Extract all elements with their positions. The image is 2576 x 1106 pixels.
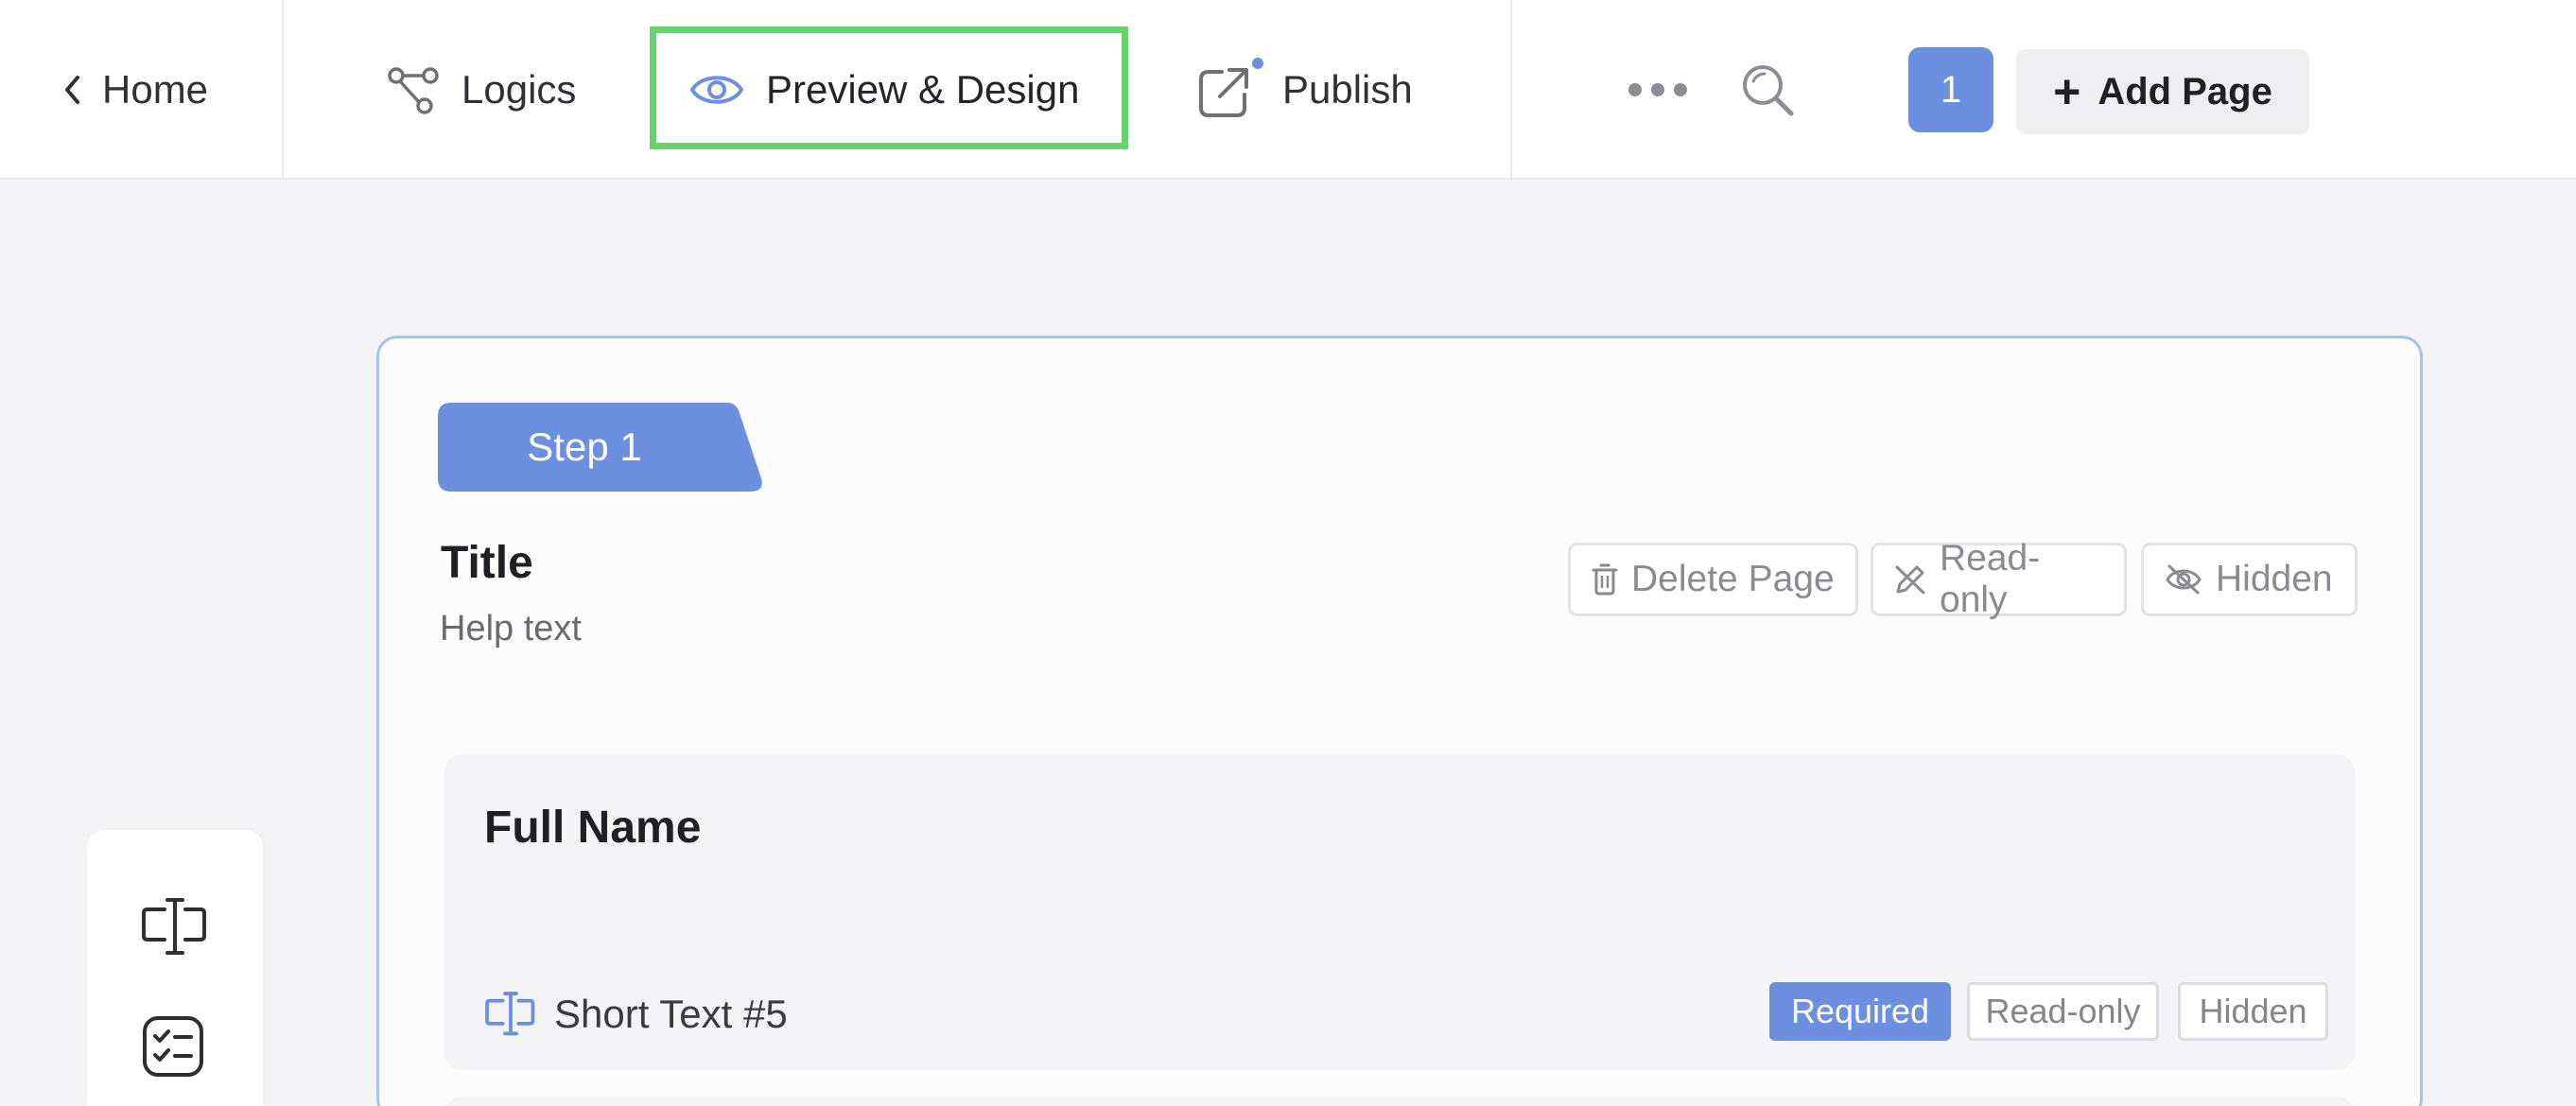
- eye-icon: [689, 76, 744, 104]
- field-palette: [87, 830, 263, 1106]
- page-number-badge[interactable]: 1: [1908, 47, 1993, 132]
- notification-dot: [1252, 58, 1263, 69]
- more-options-button[interactable]: [1628, 78, 1687, 102]
- tab-publish[interactable]: Publish: [1193, 58, 1413, 121]
- dot: [1651, 83, 1664, 96]
- next-field-card[interactable]: [444, 1097, 2355, 1106]
- field-readonly-label: Read-only: [1985, 992, 2141, 1030]
- page-number: 1: [1940, 68, 1962, 111]
- add-page-label: Add Page: [2097, 70, 2272, 112]
- eye-off-icon: [2166, 564, 2202, 595]
- page-readonly-label: Read-only: [1940, 538, 2041, 620]
- step-label: Step 1: [527, 424, 642, 469]
- divider: [1510, 0, 1512, 180]
- field-title[interactable]: Full Name: [484, 802, 701, 854]
- required-label: Required: [1790, 992, 1930, 1030]
- page-hidden-label: Hidden: [2216, 559, 2333, 599]
- top-bar: Home Logics Preview & Design Publish 1 +…: [0, 0, 2576, 180]
- page-readonly-toggle[interactable]: Read-only: [1871, 538, 2127, 620]
- external-link-icon: [1199, 58, 1263, 117]
- step-tab[interactable]: Step 1: [438, 403, 763, 492]
- required-toggle[interactable]: Required: [1769, 982, 1951, 1041]
- chevron-left-icon: [65, 76, 79, 104]
- delete-page-label: Delete Page: [1631, 559, 1835, 599]
- home-link[interactable]: Home: [62, 59, 208, 121]
- dot: [1674, 83, 1687, 96]
- page-hidden-toggle[interactable]: Hidden: [2141, 543, 2358, 616]
- field-readonly-toggle[interactable]: Read-only: [1967, 982, 2159, 1041]
- pencil-off-icon: [1895, 565, 1925, 595]
- plus-icon: +: [2053, 65, 2081, 118]
- page-help-text[interactable]: Help text: [440, 609, 582, 649]
- dot: [1628, 83, 1642, 96]
- add-page-button[interactable]: + Add Page: [2016, 49, 2309, 134]
- field-type-text: Short Text #5: [554, 992, 788, 1036]
- checklist-icon[interactable]: [140, 1013, 206, 1080]
- field-hidden-label: Hidden: [2199, 992, 2307, 1030]
- tab-logics-label: Logics: [461, 67, 577, 112]
- share-nodes-icon: [388, 67, 439, 114]
- page-title[interactable]: Title: [441, 537, 533, 589]
- field-type-label: Short Text #5: [484, 986, 788, 1043]
- delete-page-button[interactable]: Delete Page: [1568, 543, 1858, 616]
- tab-logics[interactable]: Logics: [386, 59, 576, 121]
- tab-publish-label: Publish: [1282, 67, 1413, 112]
- tab-preview-design[interactable]: Preview & Design: [688, 59, 1079, 121]
- short-text-field-icon[interactable]: [140, 896, 210, 959]
- search-icon[interactable]: [1738, 60, 1797, 119]
- trash-icon: [1592, 563, 1618, 596]
- field-hidden-toggle[interactable]: Hidden: [2178, 982, 2328, 1041]
- short-text-field-icon: [485, 992, 535, 1036]
- tab-preview-design-label: Preview & Design: [766, 67, 1080, 112]
- home-label: Home: [102, 67, 209, 112]
- divider: [282, 0, 284, 180]
